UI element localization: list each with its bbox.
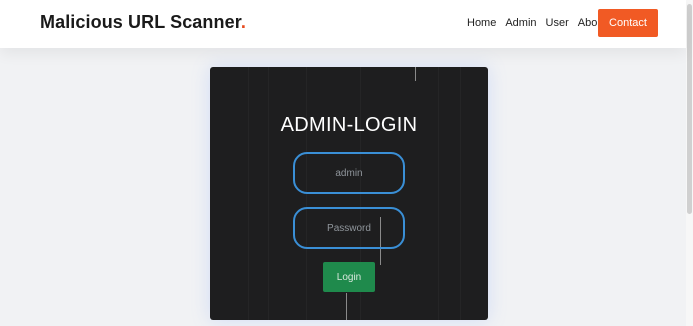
nav-link-home[interactable]: Home — [467, 17, 496, 29]
contact-button[interactable]: Contact — [598, 9, 658, 37]
username-input[interactable] — [293, 152, 405, 194]
nav-link-admin[interactable]: Admin — [505, 17, 536, 29]
nav-links: Home Admin User About — [467, 17, 607, 29]
admin-login-card: ADMIN-LOGIN Login — [210, 67, 488, 320]
background-streak — [248, 67, 249, 320]
background-streak — [268, 67, 269, 320]
navbar: Malicious URL Scanner. Home Admin User A… — [0, 0, 686, 48]
background-streak — [460, 67, 461, 320]
login-title: ADMIN-LOGIN — [280, 114, 418, 136]
nav-link-user[interactable]: User — [546, 17, 569, 29]
brand-dot: . — [240, 12, 246, 32]
brand-logo[interactable]: Malicious URL Scanner. — [40, 12, 246, 33]
background-streak — [438, 67, 439, 320]
scrollbar-thumb[interactable] — [687, 4, 692, 214]
decorative-line — [415, 67, 416, 81]
decorative-line — [346, 293, 347, 320]
page-scrollbar[interactable] — [686, 0, 693, 326]
login-button[interactable]: Login — [323, 262, 375, 292]
brand-name: Malicious URL Scanner — [40, 12, 241, 32]
password-input[interactable] — [293, 207, 405, 249]
